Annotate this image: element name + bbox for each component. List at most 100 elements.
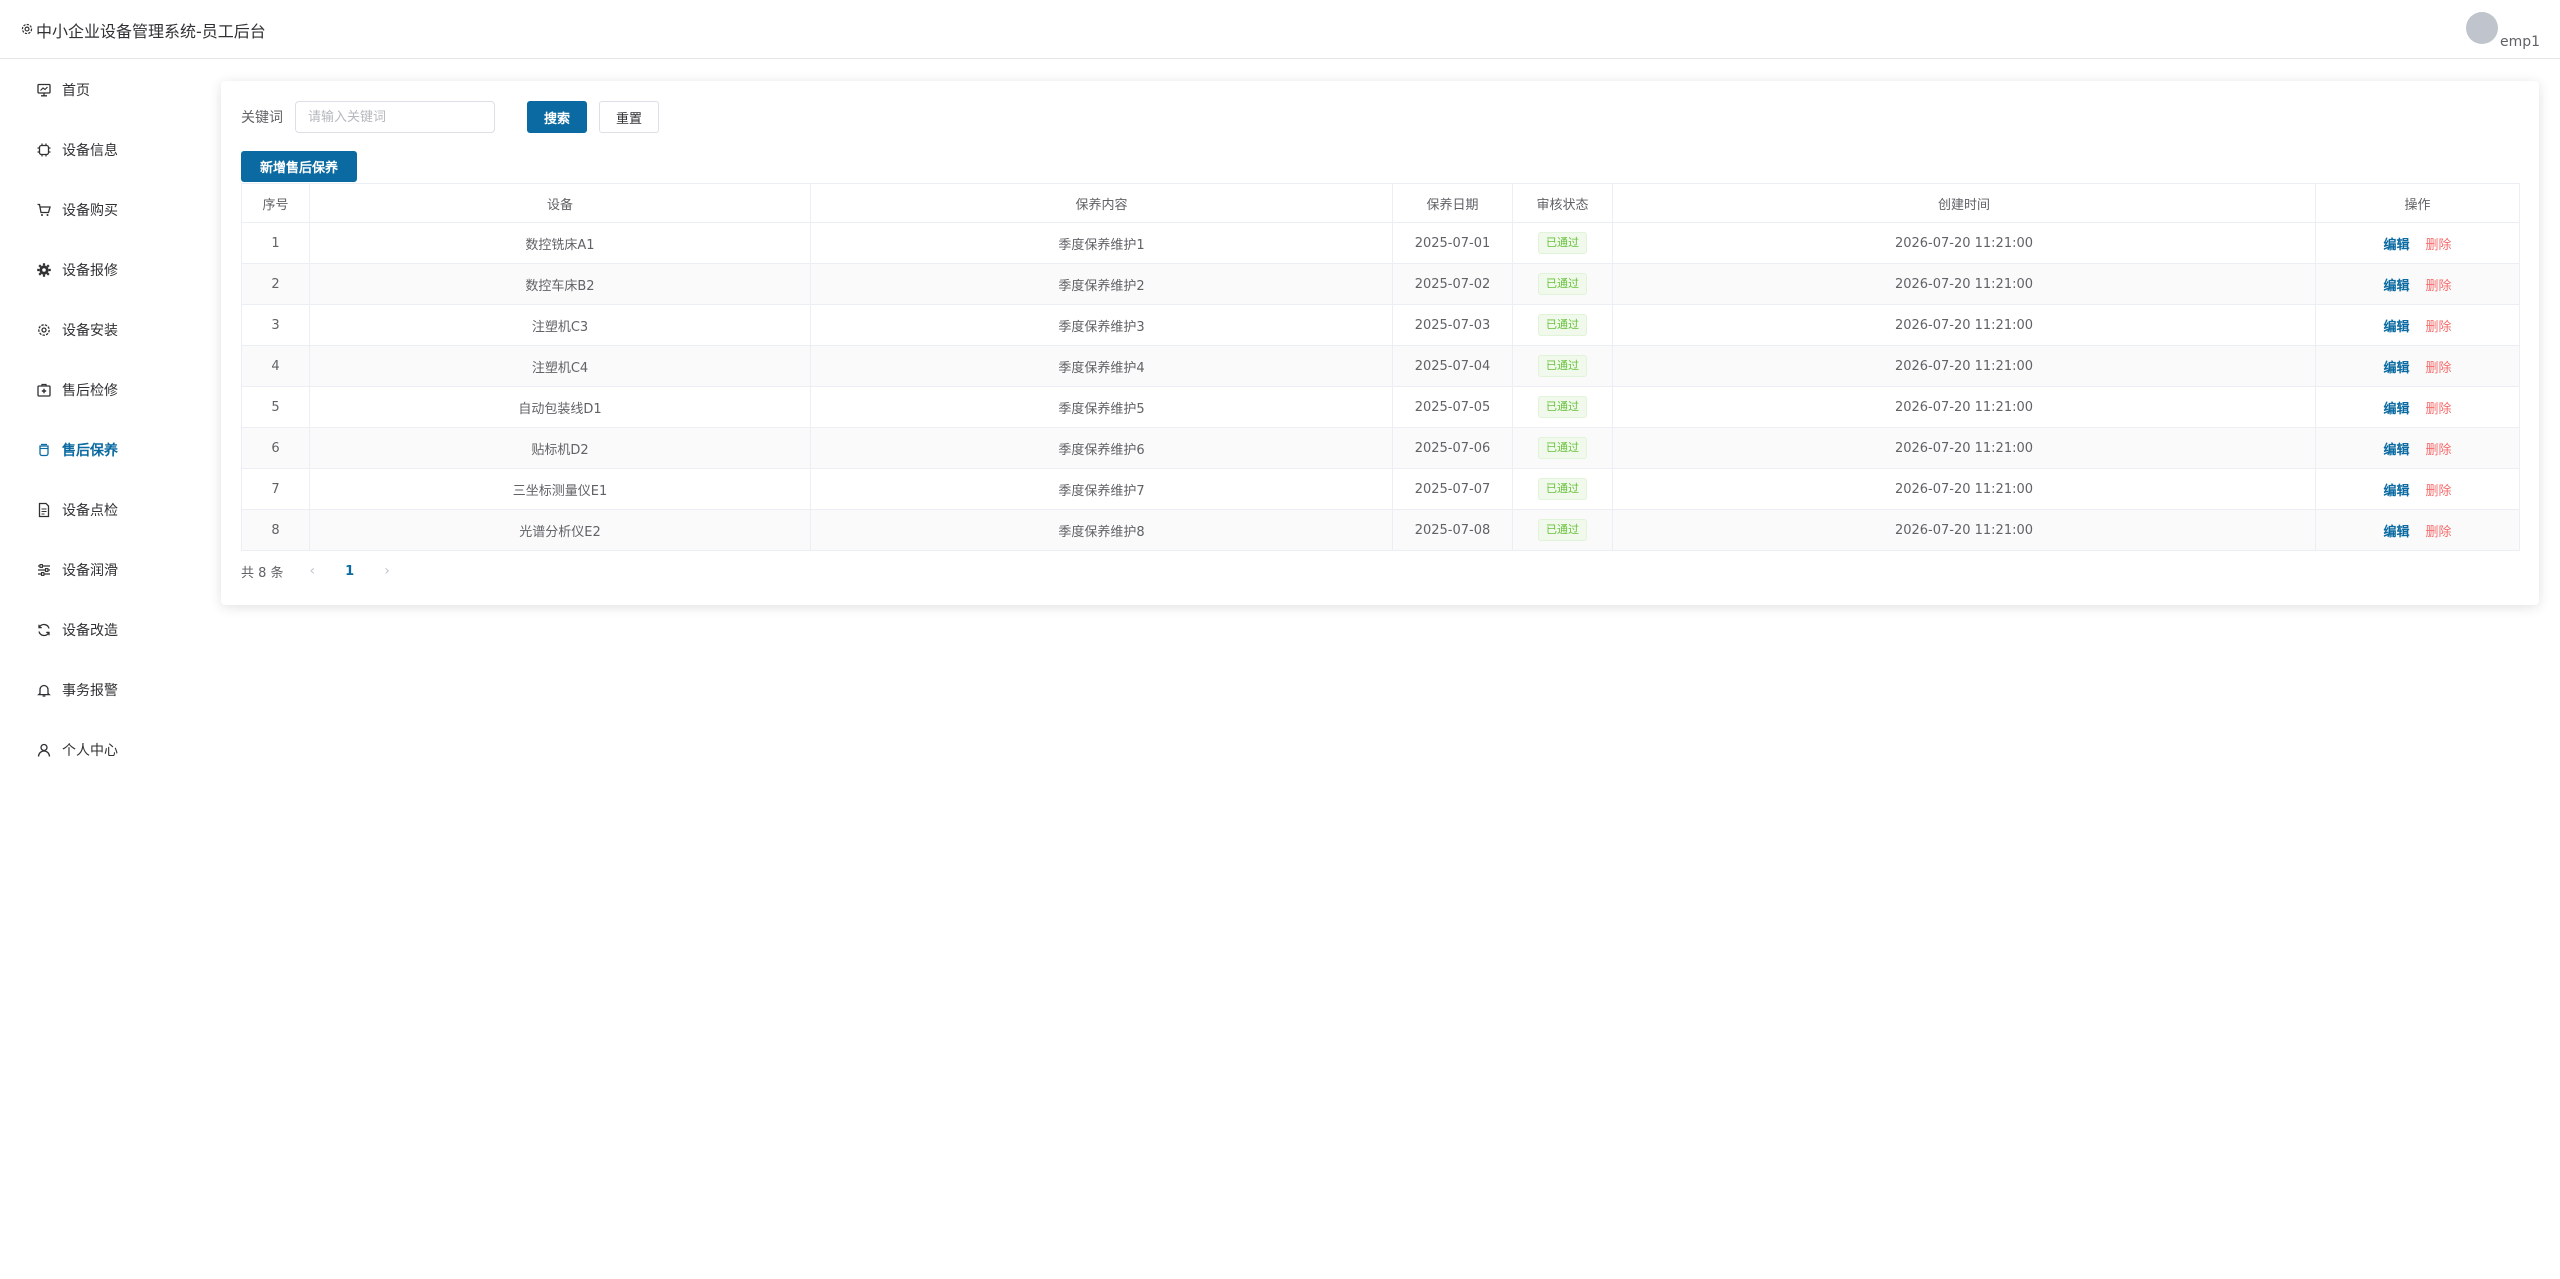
app-title-text: 中小企业设备管理系统-员工后台 (36, 22, 266, 41)
edit-button[interactable]: 编辑 (2383, 443, 2409, 458)
cell-index: 6 (241, 427, 310, 469)
table-row: 4 注塑机C4 季度保养维护4 2025-07-04 已通过 2026-07-2… (241, 345, 2520, 387)
delete-button[interactable]: 删除 (2426, 402, 2452, 417)
delete-button[interactable]: 删除 (2426, 279, 2452, 294)
cell-status: 已通过 (1512, 222, 1613, 264)
sidebar-item-device-repair[interactable]: 设备报修 (0, 240, 200, 300)
sidebar-item-label: 设备报修 (62, 263, 118, 279)
search-button[interactable]: 搜索 (527, 101, 587, 133)
status-badge: 已通过 (1538, 355, 1587, 377)
edit-button[interactable]: 编辑 (2383, 238, 2409, 253)
refresh-icon (36, 622, 52, 638)
sidebar-item-home[interactable]: 首页 (0, 60, 200, 120)
cell-device: 贴标机D2 (309, 427, 811, 469)
sidebar-item-label: 设备信息 (62, 143, 118, 159)
cell-created: 2026-07-20 11:21:00 (1612, 468, 2316, 510)
sidebar-item-device-info[interactable]: 设备信息 (0, 120, 200, 180)
cell-content: 季度保养维护3 (810, 304, 1393, 346)
app-title: 中小企业设备管理系统-员工后台 (20, 18, 266, 42)
pagination: 共 8 条 ‹ 1 › (241, 559, 404, 583)
column-header-index[interactable]: 序号 (241, 183, 310, 223)
pagination-total: 共 8 条 (241, 565, 284, 581)
page-number[interactable]: 1 (345, 564, 354, 579)
cell-index: 5 (241, 386, 310, 428)
sidebar-item-label: 售后检修 (62, 383, 118, 399)
edit-button[interactable]: 编辑 (2383, 484, 2409, 499)
cell-status: 已通过 (1512, 263, 1613, 305)
add-maintenance-button[interactable]: 新增售后保养 (241, 151, 357, 182)
cell-actions: 编辑 删除 (2315, 304, 2520, 346)
keyword-label: 关键词 (241, 110, 283, 126)
table-row: 3 注塑机C3 季度保养维护3 2025-07-03 已通过 2026-07-2… (241, 304, 2520, 346)
delete-button[interactable]: 删除 (2426, 320, 2452, 335)
cell-status: 已通过 (1512, 468, 1613, 510)
status-badge: 已通过 (1538, 396, 1587, 418)
sidebar-item-label: 个人中心 (62, 743, 118, 759)
delete-button[interactable]: 删除 (2426, 525, 2452, 540)
column-header-content[interactable]: 保养内容 (810, 183, 1393, 223)
edit-button[interactable]: 编辑 (2383, 320, 2409, 335)
table-row: 7 三坐标测量仪E1 季度保养维护7 2025-07-07 已通过 2026-0… (241, 468, 2520, 510)
bell-icon (36, 682, 52, 698)
cell-status: 已通过 (1512, 304, 1613, 346)
sidebar-item-profile[interactable]: 个人中心 (0, 720, 200, 780)
cell-created: 2026-07-20 11:21:00 (1612, 509, 2316, 551)
cell-actions: 编辑 删除 (2315, 509, 2520, 551)
username[interactable]: emp1 (2500, 34, 2540, 50)
delete-button[interactable]: 删除 (2426, 361, 2452, 376)
column-header-device[interactable]: 设备 (309, 183, 811, 223)
main-card: 关键词 搜索 重置 新增售后保养 序号 设备 保养内容 保养日期 审核状态 创建… (221, 81, 2539, 605)
cell-created: 2026-07-20 11:21:00 (1612, 345, 2316, 387)
sidebar-item-after-sales-maintenance[interactable]: 售后保养 (0, 420, 200, 480)
cell-status: 已通过 (1512, 345, 1613, 387)
sidebar-item-device-renovation[interactable]: 设备改造 (0, 600, 200, 660)
sidebar-item-label: 设备点检 (62, 503, 118, 519)
cell-created: 2026-07-20 11:21:00 (1612, 427, 2316, 469)
cell-actions: 编辑 删除 (2315, 427, 2520, 469)
table-row: 6 贴标机D2 季度保养维护6 2025-07-06 已通过 2026-07-2… (241, 427, 2520, 469)
mug-icon (36, 442, 52, 458)
edit-button[interactable]: 编辑 (2383, 525, 2409, 540)
delete-button[interactable]: 删除 (2426, 238, 2452, 253)
table-header-row: 序号 设备 保养内容 保养日期 审核状态 创建时间 操作 (241, 183, 2520, 223)
column-header-status[interactable]: 审核状态 (1512, 183, 1613, 223)
user-menu[interactable]: emp1 (2465, 12, 2540, 50)
status-badge: 已通过 (1538, 314, 1587, 336)
cell-device: 数控车床B2 (309, 263, 811, 305)
cell-index: 4 (241, 345, 310, 387)
setting-icon (36, 322, 52, 338)
cell-date: 2025-07-03 (1392, 304, 1513, 346)
edit-button[interactable]: 编辑 (2383, 279, 2409, 294)
reset-button[interactable]: 重置 (599, 101, 659, 133)
chevron-right-icon[interactable]: › (384, 563, 390, 579)
avatar[interactable] (2465, 12, 2498, 44)
sidebar-item-label: 事务报警 (62, 683, 118, 699)
column-header-date[interactable]: 保养日期 (1392, 183, 1513, 223)
cell-index: 2 (241, 263, 310, 305)
sidebar-item-label: 售后保养 (62, 443, 118, 459)
column-header-actions[interactable]: 操作 (2315, 183, 2520, 223)
keyword-input[interactable] (295, 101, 495, 133)
sidebar-item-after-sales-repair[interactable]: 售后检修 (0, 360, 200, 420)
cell-actions: 编辑 删除 (2315, 345, 2520, 387)
cell-created: 2026-07-20 11:21:00 (1612, 386, 2316, 428)
cell-date: 2025-07-07 (1392, 468, 1513, 510)
column-header-created[interactable]: 创建时间 (1612, 183, 2316, 223)
table-row: 1 数控铣床A1 季度保养维护1 2025-07-01 已通过 2026-07-… (241, 222, 2520, 264)
chevron-left-icon[interactable]: ‹ (310, 563, 316, 579)
cell-content: 季度保养维护4 (810, 345, 1393, 387)
sidebar-item-device-install[interactable]: 设备安装 (0, 300, 200, 360)
cell-date: 2025-07-06 (1392, 427, 1513, 469)
sidebar-item-device-lubrication[interactable]: 设备润滑 (0, 540, 200, 600)
sidebar-item-device-purchase[interactable]: 设备购买 (0, 180, 200, 240)
cell-content: 季度保养维护5 (810, 386, 1393, 428)
delete-button[interactable]: 删除 (2426, 484, 2452, 499)
cell-index: 8 (241, 509, 310, 551)
sidebar-item-label: 首页 (62, 83, 90, 99)
sidebar-item-alarm[interactable]: 事务报警 (0, 660, 200, 720)
table-row: 8 光谱分析仪E2 季度保养维护8 2025-07-08 已通过 2026-07… (241, 509, 2520, 551)
edit-button[interactable]: 编辑 (2383, 361, 2409, 376)
delete-button[interactable]: 删除 (2426, 443, 2452, 458)
sidebar-item-device-inspection[interactable]: 设备点检 (0, 480, 200, 540)
edit-button[interactable]: 编辑 (2383, 402, 2409, 417)
